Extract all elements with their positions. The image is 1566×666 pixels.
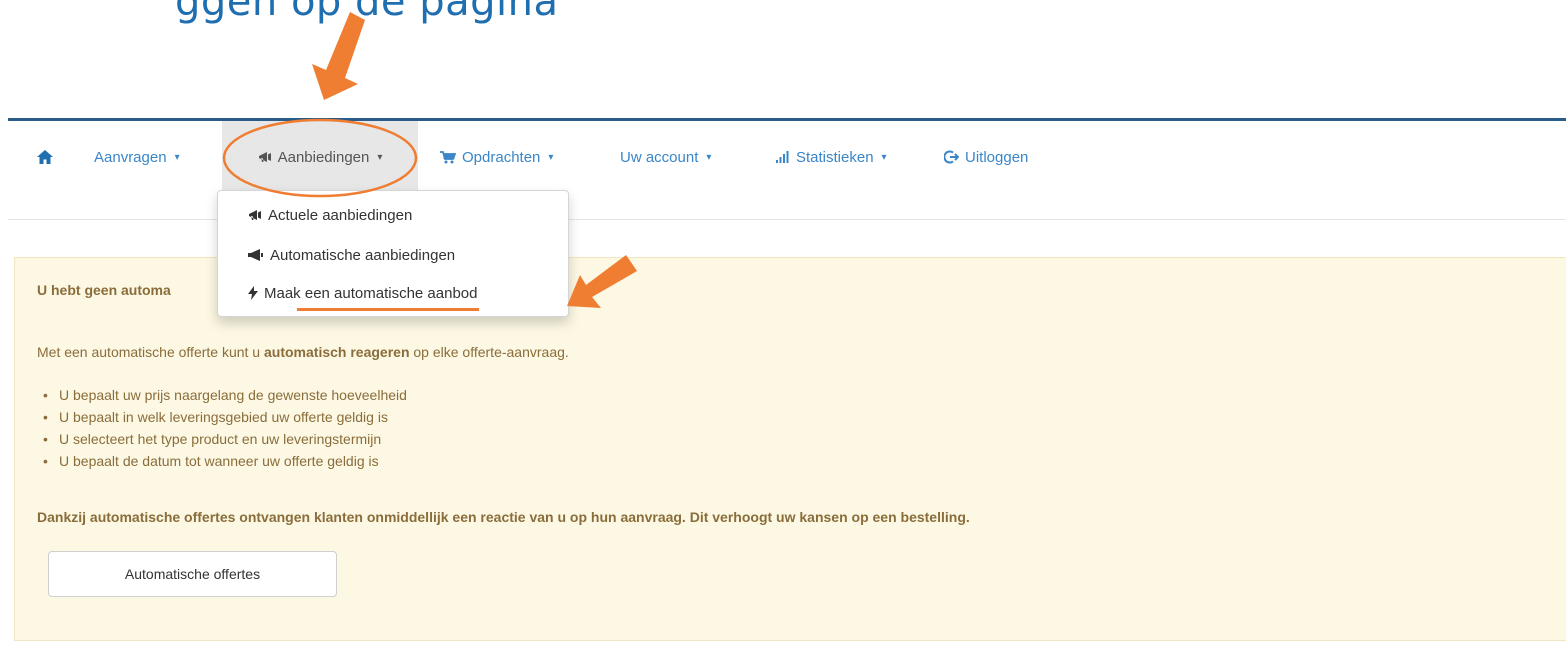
- nav-label: Aanbiedingen: [277, 148, 370, 166]
- nav-label: Uitloggen: [965, 148, 1029, 166]
- nav-opdrachten[interactable]: Opdrachten ▾: [440, 121, 553, 193]
- list-item: U bepaalt in welk leveringsgebied uw off…: [37, 406, 407, 428]
- caret-down-icon: ▾: [174, 151, 180, 163]
- megaphone-icon: [258, 152, 271, 162]
- nav-label: Opdrachten: [462, 148, 541, 166]
- nav-uitloggen[interactable]: Uitloggen: [944, 121, 1028, 193]
- list-item: U bepaalt de datum tot wanneer uw offert…: [37, 450, 407, 472]
- alert-intro: Met een automatische offerte kunt u auto…: [37, 344, 569, 360]
- menu-item-automatische-aanbiedingen[interactable]: Automatische aanbiedingen: [218, 239, 568, 271]
- megaphone-icon: [249, 210, 261, 220]
- alert-footer: Dankzij automatische offertes ontvangen …: [37, 509, 970, 525]
- automatische-offertes-button[interactable]: Automatische offertes: [48, 551, 337, 597]
- nav-aanbiedingen[interactable]: Aanbiedingen ▾: [222, 121, 418, 193]
- alert-title: U hebt geen automa: [37, 282, 171, 298]
- home-icon-svg: [37, 150, 53, 164]
- logout-icon: [944, 150, 959, 164]
- nav-label: Statistieken: [796, 148, 874, 166]
- menu-item-actuele-aanbiedingen[interactable]: Actuele aanbiedingen: [218, 199, 568, 231]
- caret-down-icon: ▾: [548, 151, 554, 163]
- caret-down-icon: ▾: [881, 151, 887, 163]
- home-icon[interactable]: [36, 121, 54, 193]
- list-item: U bepaalt uw prijs naargelang de gewenst…: [37, 384, 407, 406]
- nav-label: Uw account: [620, 148, 699, 166]
- page-heading-fragment: ggen op de pagina: [175, 0, 559, 25]
- lightning-icon: [248, 286, 258, 300]
- navbar: Aanvragen ▾ Aanbiedingen ▾ Opdrachten ▾ …: [8, 121, 1566, 193]
- menu-item-maak-automatische-aanbod[interactable]: Maak een automatische aanbod: [218, 277, 568, 309]
- intro-text-end: op elke offerte-aanvraag.: [409, 344, 569, 360]
- menu-item-label: Automatische aanbiedingen: [270, 246, 456, 264]
- caret-down-icon: ▾: [706, 151, 712, 163]
- nav-label: Aanvragen: [94, 148, 167, 166]
- app-window: Aanvragen ▾ Aanbiedingen ▾ Opdrachten ▾ …: [0, 118, 1566, 666]
- nav-aanvragen[interactable]: Aanvragen ▾: [94, 121, 180, 193]
- signal-icon: [776, 151, 789, 163]
- aanbiedingen-dropdown-menu: Actuele aanbiedingen Automatische aanbie…: [217, 190, 569, 317]
- caret-down-icon: ▾: [377, 151, 383, 163]
- intro-text-bold: automatisch reageren: [264, 344, 410, 360]
- menu-item-label: Maak een automatische aanbod: [264, 284, 478, 302]
- bullhorn-icon: [248, 249, 263, 261]
- nav-uw-account[interactable]: Uw account ▾: [620, 121, 711, 193]
- intro-text-start: Met een automatische offerte kunt u: [37, 344, 264, 360]
- list-item: U selecteert het type product en uw leve…: [37, 428, 407, 450]
- cart-icon: [440, 150, 456, 163]
- feature-list: U bepaalt uw prijs naargelang de gewenst…: [37, 384, 407, 472]
- menu-item-label: Actuele aanbiedingen: [268, 206, 413, 224]
- nav-statistieken[interactable]: Statistieken ▾: [776, 121, 887, 193]
